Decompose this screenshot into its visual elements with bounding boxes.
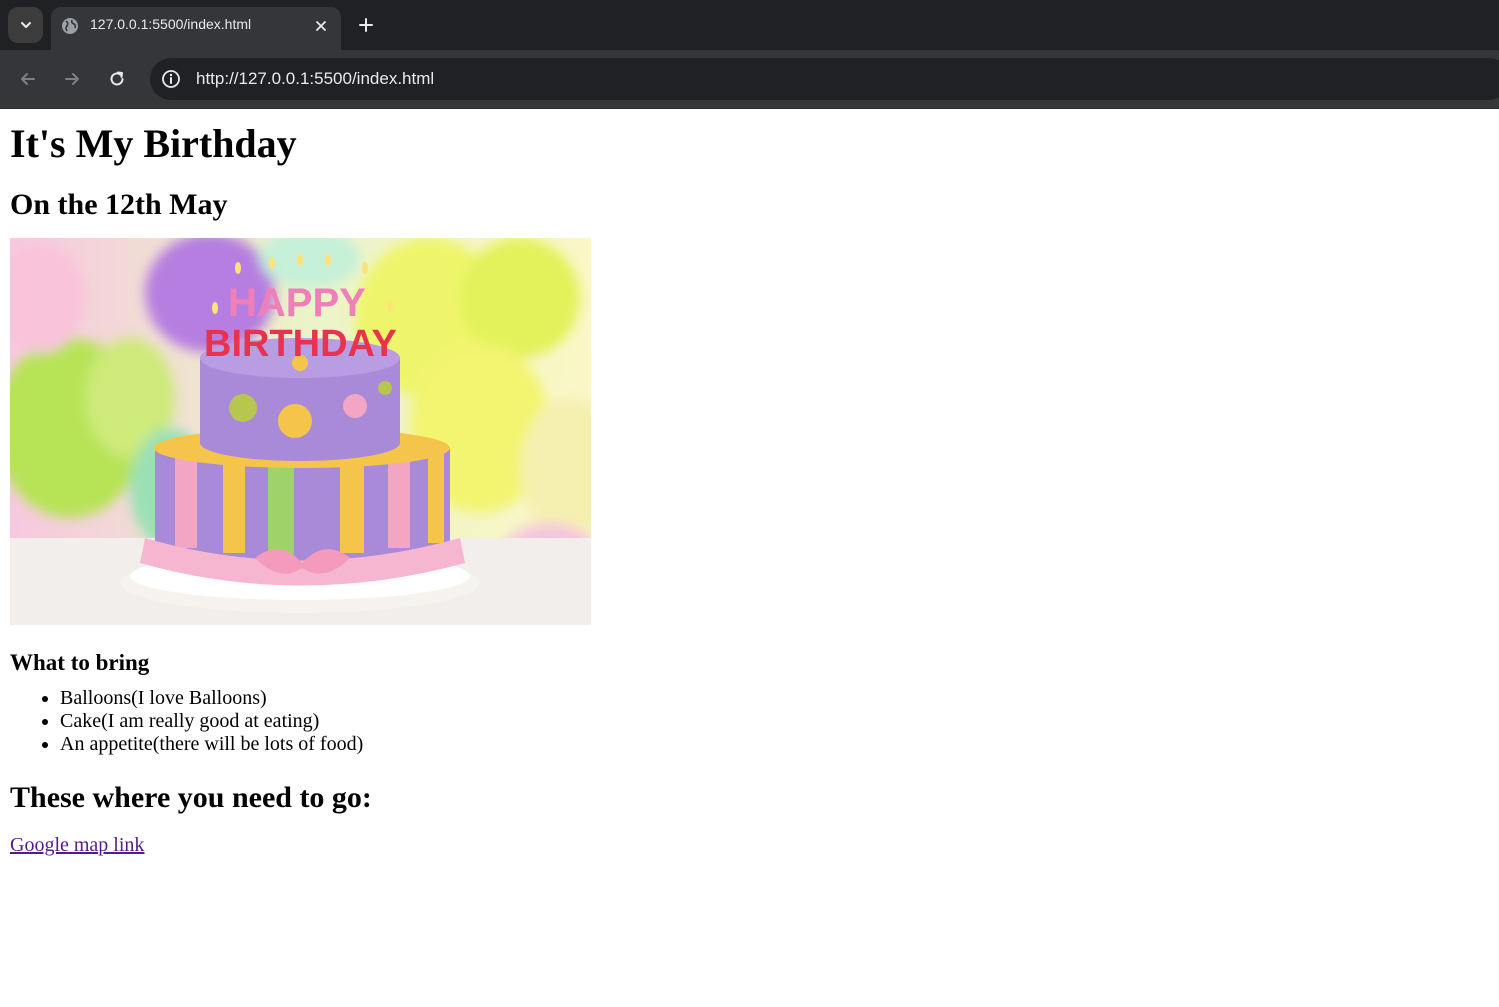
- info-icon: [162, 70, 180, 88]
- tab-close-button[interactable]: [311, 16, 331, 36]
- google-map-link[interactable]: Google map link: [10, 833, 144, 857]
- browser-tab-bar: 127.0.0.1:5500/index.html: [0, 0, 1499, 50]
- tab-title: 127.0.0.1:5500/index.html: [90, 16, 252, 32]
- url-text: http://127.0.0.1:5500/index.html: [196, 69, 435, 88]
- new-tab-button[interactable]: [354, 13, 378, 37]
- active-tab[interactable]: 127.0.0.1:5500/index.html: [51, 7, 341, 50]
- forward-button[interactable]: [59, 66, 85, 92]
- cake-text-top: HAPPY: [228, 281, 366, 325]
- chevron-down-icon: [20, 22, 31, 28]
- page-content: It's My Birthday On the 12th May HAPPY B…: [0, 109, 1499, 1007]
- bring-heading: What to bring: [10, 650, 150, 675]
- globe-icon: [62, 18, 78, 34]
- reload-icon: [110, 71, 124, 86]
- tab-list-button[interactable]: [8, 7, 43, 43]
- plus-icon: [359, 18, 373, 32]
- bring-list: Balloons(I love Balloons) Cake(I am real…: [10, 687, 1489, 756]
- list-item: Balloons(I love Balloons): [60, 687, 1489, 710]
- browser-toolbar: http://127.0.0.1:5500/index.html: [0, 50, 1499, 109]
- birthday-cake-image: HAPPY BIRTHDAY: [10, 238, 591, 625]
- back-arrow-icon: [21, 73, 35, 85]
- reload-button[interactable]: [104, 66, 130, 92]
- cake-text-bottom: BIRTHDAY: [204, 323, 397, 365]
- page-subtitle: On the 12th May: [10, 188, 228, 221]
- page-title: It's My Birthday: [10, 121, 297, 166]
- forward-arrow-icon: [65, 73, 79, 85]
- site-info-button[interactable]: [160, 68, 182, 90]
- list-item: An appetite(there will be lots of food): [60, 733, 1489, 756]
- close-icon: [316, 21, 326, 31]
- back-button[interactable]: [15, 66, 41, 92]
- address-bar[interactable]: http://127.0.0.1:5500/index.html: [150, 58, 1499, 100]
- where-heading: These where you need to go:: [10, 781, 372, 814]
- list-item: Cake(I am really good at eating): [60, 710, 1489, 733]
